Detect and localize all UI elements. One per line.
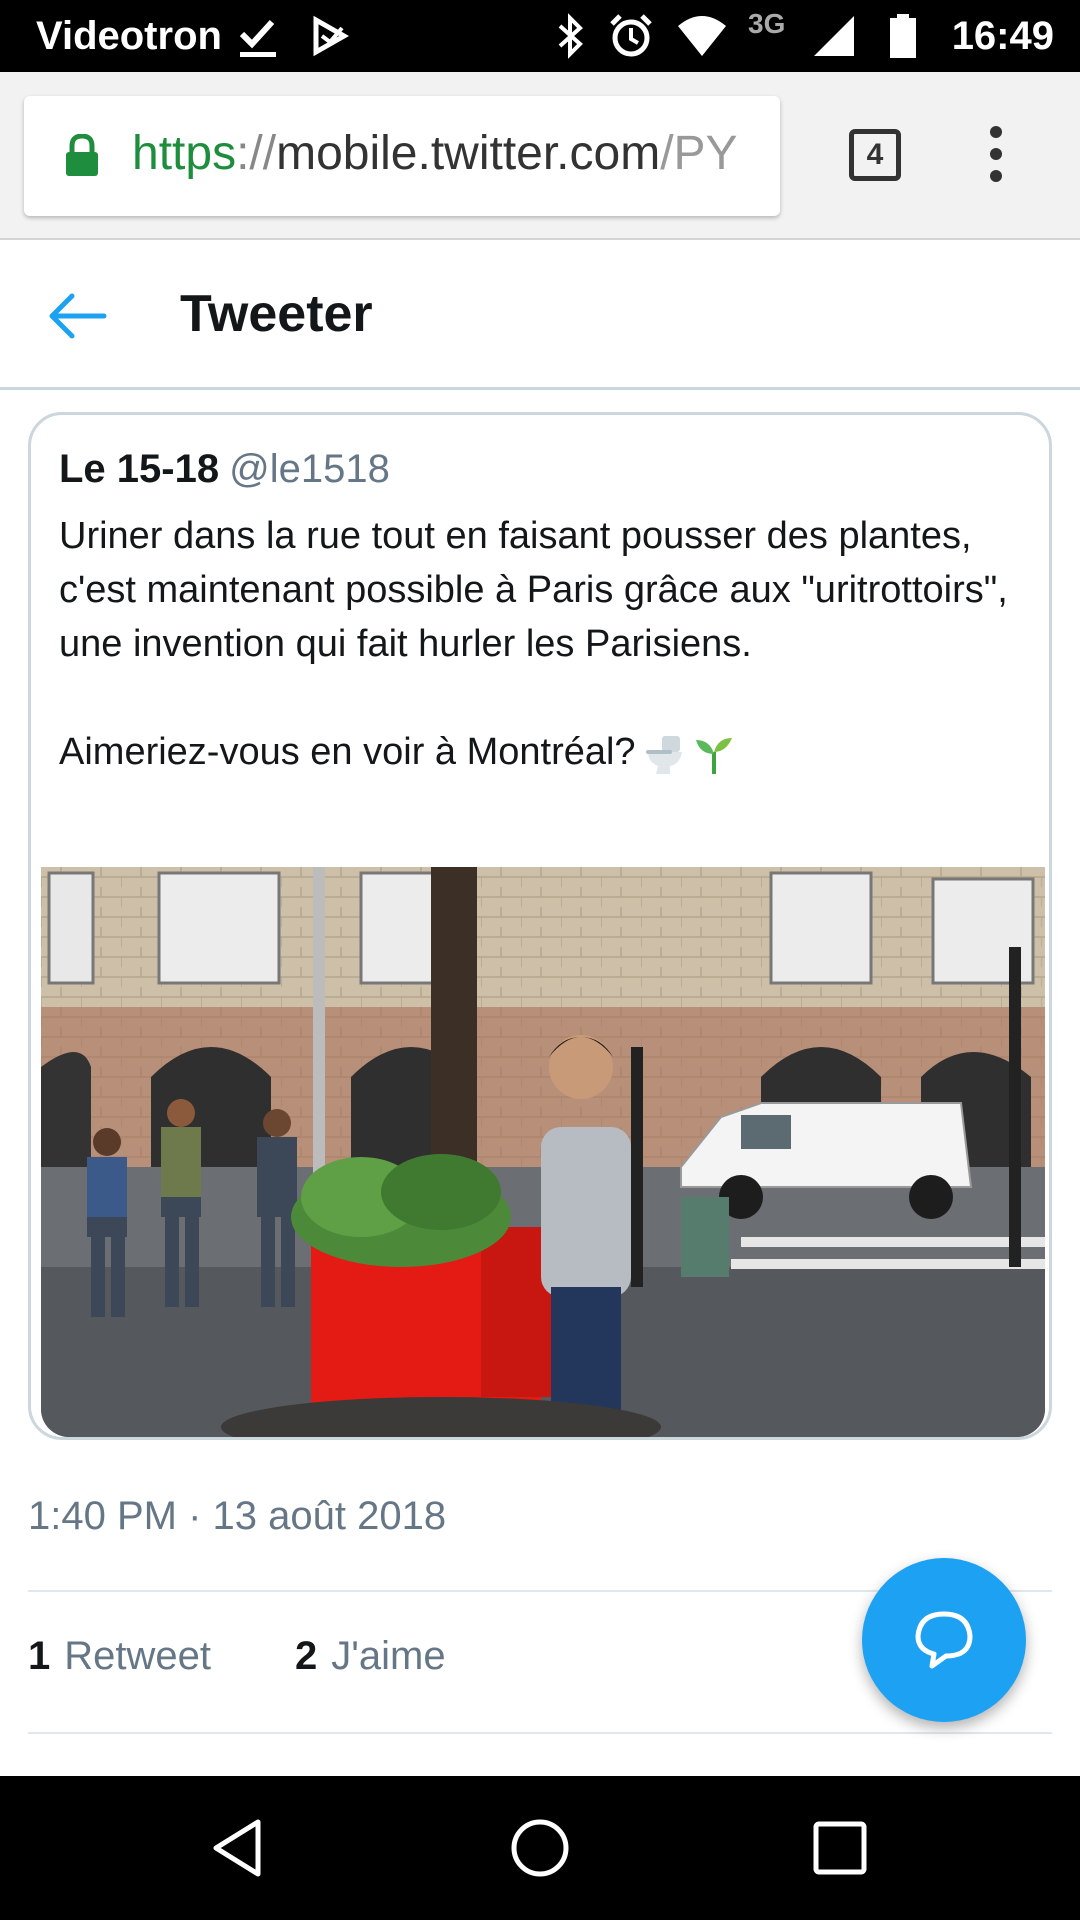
tweet-photo[interactable] <box>41 867 1045 1437</box>
author-handle: @le1518 <box>229 447 390 491</box>
tweet-stats: 1 Retweet 2 J'aime <box>28 1634 530 1679</box>
url-bar[interactable]: https://mobile.twitter.com/PY <box>24 96 780 216</box>
play-store-icon <box>313 15 350 57</box>
wifi-icon <box>678 16 726 56</box>
toilet-emoji <box>645 735 682 774</box>
like-stat[interactable]: 2 J'aime <box>295 1634 446 1679</box>
page-title: Tweeter <box>180 285 373 343</box>
back-triangle-icon[interactable] <box>208 1816 272 1880</box>
like-label: J'aime <box>331 1634 446 1678</box>
seedling-emoji <box>695 737 732 774</box>
retweet-label: Retweet <box>64 1634 211 1678</box>
tweet-timestamp: 1:40 PM · 13 août 2018 <box>28 1494 447 1538</box>
recents-square-icon[interactable] <box>808 1816 872 1880</box>
quoted-tweet-text: Uriner dans la rue tout en faisant pouss… <box>59 509 1039 779</box>
quoted-tweet-card[interactable]: Le 15-18 @le1518 Uriner dans la rue tout … <box>28 412 1052 1440</box>
quoted-tweet-author: Le 15-18 @le1518 <box>59 447 390 492</box>
carrier-name: Videotron <box>36 14 222 58</box>
browser-toolbar: https://mobile.twitter.com/PY 4 <box>0 72 1080 240</box>
network-type: 3G <box>748 8 786 39</box>
alarm-icon <box>610 14 652 57</box>
signal-icon <box>814 16 854 56</box>
clock: 16:49 <box>951 14 1054 58</box>
lock-icon <box>66 134 98 176</box>
page-header: Tweeter <box>0 240 1080 390</box>
reply-fab-button[interactable] <box>862 1558 1026 1722</box>
overflow-menu-icon[interactable] <box>984 126 1008 186</box>
android-nav-bar <box>0 1776 1080 1920</box>
reply-bubble-icon <box>915 1611 973 1669</box>
status-bar: Videotron 3G 16:49 <box>0 0 1080 72</box>
divider <box>28 1732 1052 1734</box>
battery-icon <box>890 14 916 58</box>
url-text: https://mobile.twitter.com/PY <box>132 127 738 180</box>
retweet-count: 1 <box>28 1634 51 1678</box>
check-icon <box>239 19 276 57</box>
like-count: 2 <box>295 1634 318 1678</box>
tab-switcher-button[interactable]: 4 <box>849 129 901 181</box>
tweet-body-text: Uriner dans la rue tout en faisant pouss… <box>59 515 1008 773</box>
back-arrow-icon[interactable] <box>48 286 108 346</box>
retweet-stat[interactable]: 1 Retweet <box>28 1634 211 1679</box>
author-name: Le 15-18 <box>59 447 220 491</box>
home-circle-icon[interactable] <box>508 1816 572 1880</box>
street-scene-image <box>41 867 1045 1437</box>
bluetooth-icon <box>558 13 583 59</box>
